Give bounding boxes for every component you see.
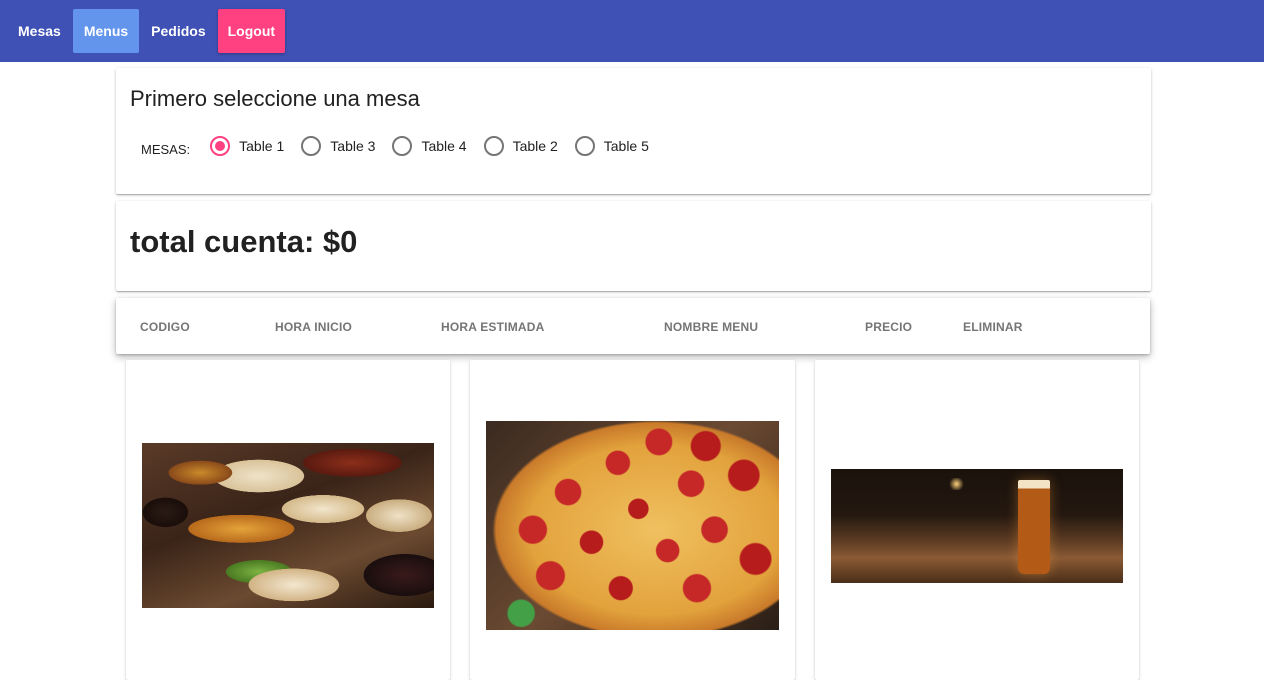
logout-button[interactable]: Logout — [217, 9, 286, 53]
bar-light-glow — [947, 478, 966, 490]
radio-table-2-label[interactable]: Table 2 — [513, 138, 558, 154]
nav-mesas-button[interactable]: Mesas — [10, 9, 69, 53]
nav-pedidos-button[interactable]: Pedidos — [143, 9, 213, 53]
menu-card[interactable] — [470, 360, 795, 680]
radio-unchecked-icon[interactable] — [574, 136, 595, 156]
table-radio-group-label: MESAS: — [141, 141, 191, 157]
table-radio-group: MESAS: Table 1 Table 3 Table 4 Table 2 T… — [141, 134, 666, 158]
radio-checked-icon[interactable] — [210, 136, 231, 156]
pizza-photo[interactable] — [486, 421, 779, 630]
radio-table-1[interactable]: Table 1 — [210, 136, 284, 156]
column-header-hora-inicio: HORA INICIO — [275, 320, 353, 334]
menu-card[interactable] — [815, 360, 1139, 680]
radio-unchecked-icon[interactable] — [483, 136, 504, 156]
radio-unchecked-icon[interactable] — [301, 136, 322, 156]
top-app-bar: Mesas Menus Pedidos Logout — [0, 0, 1264, 62]
column-header-codigo: CODIGO — [140, 320, 190, 334]
radio-unchecked-icon[interactable] — [392, 136, 413, 156]
column-header-precio: PRECIO — [865, 320, 913, 334]
radio-table-5[interactable]: Table 5 — [574, 136, 649, 156]
total-card: total cuenta: $0 — [116, 201, 1151, 291]
nav-menus-button[interactable]: Menus — [72, 9, 140, 53]
column-header-nombre-menu: NOMBRE MENU — [664, 320, 759, 334]
table-select-title: Primero seleccione una mesa — [130, 86, 420, 111]
table-select-card: Primero seleccione una mesa MESAS: Table… — [116, 68, 1151, 194]
radio-table-2[interactable]: Table 2 — [483, 136, 558, 156]
radio-table-3[interactable]: Table 3 — [301, 136, 375, 156]
radio-table-1-label[interactable]: Table 1 — [239, 138, 284, 154]
arepas-photo[interactable] — [142, 443, 434, 608]
column-header-hora-estimada: HORA ESTIMADA — [441, 320, 545, 334]
orders-table: CODIGO HORA INICIO HORA ESTIMADA NOMBRE … — [116, 298, 1150, 354]
beer-photo[interactable] — [831, 469, 1123, 583]
radio-table-5-label[interactable]: Table 5 — [604, 138, 649, 154]
radio-table-4[interactable]: Table 4 — [392, 136, 467, 156]
radio-table-3-label[interactable]: Table 3 — [330, 138, 375, 154]
menu-card[interactable] — [126, 360, 450, 680]
column-header-eliminar: ELIMINAR — [963, 320, 1023, 334]
beer-glass-icon — [1017, 480, 1050, 574]
total-amount: total cuenta: $0 — [130, 224, 358, 259]
radio-table-4-label[interactable]: Table 4 — [421, 138, 466, 154]
